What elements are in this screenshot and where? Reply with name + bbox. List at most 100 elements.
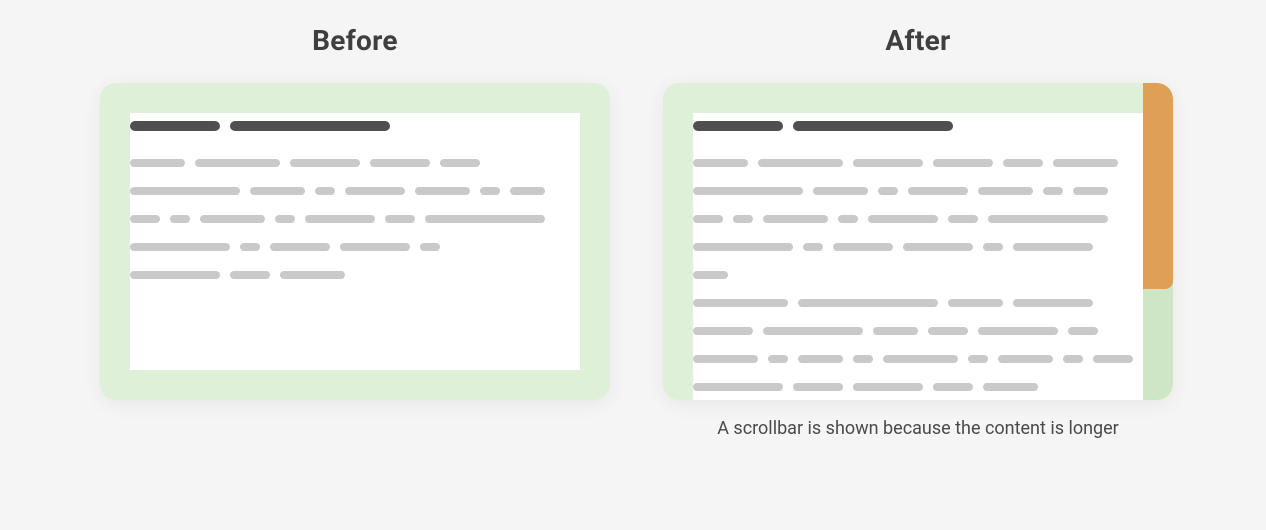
scrollbar-thumb[interactable] — [1143, 83, 1173, 289]
placeholder-line — [130, 187, 580, 195]
placeholder-word — [130, 243, 230, 251]
scrollbar-track[interactable] — [1143, 83, 1173, 400]
placeholder-line — [693, 271, 1143, 279]
placeholder-heading — [130, 121, 580, 131]
placeholder-word — [693, 355, 758, 363]
placeholder-word — [250, 187, 305, 195]
placeholder-line — [693, 243, 1143, 251]
placeholder-word — [1073, 187, 1108, 195]
placeholder-word — [385, 215, 415, 223]
placeholder-word — [763, 215, 828, 223]
placeholder-word — [693, 383, 783, 391]
placeholder-line — [130, 159, 580, 167]
placeholder-word — [793, 383, 843, 391]
placeholder-word — [315, 187, 335, 195]
padding-top — [100, 83, 610, 113]
heading-word — [693, 121, 783, 131]
placeholder-word — [933, 159, 993, 167]
placeholder-word — [1003, 159, 1043, 167]
placeholder-word — [440, 159, 480, 167]
heading-word — [130, 121, 220, 131]
placeholder-word — [420, 243, 440, 251]
padding-top — [663, 83, 1173, 113]
placeholder-word — [983, 243, 1003, 251]
before-title: Before — [75, 24, 635, 57]
placeholder-word — [1013, 243, 1093, 251]
placeholder-word — [988, 215, 1108, 223]
placeholder-word — [290, 159, 360, 167]
before-column: Before — [75, 0, 635, 400]
placeholder-word — [480, 187, 500, 195]
placeholder-word — [883, 355, 958, 363]
placeholder-word — [798, 355, 843, 363]
placeholder-line — [693, 187, 1143, 195]
after-column: After — [638, 0, 1198, 439]
placeholder-word — [1053, 159, 1118, 167]
placeholder-word — [370, 159, 430, 167]
placeholder-line — [693, 299, 1143, 307]
placeholder-word — [853, 383, 923, 391]
placeholder-line — [130, 215, 580, 223]
placeholder-word — [415, 187, 470, 195]
placeholder-line — [130, 271, 580, 279]
placeholder-word — [948, 299, 1003, 307]
placeholder-word — [1093, 355, 1133, 363]
placeholder-word — [130, 215, 160, 223]
placeholder-word — [240, 243, 260, 251]
placeholder-word — [833, 243, 893, 251]
placeholder-word — [345, 187, 405, 195]
placeholder-word — [758, 159, 843, 167]
placeholder-word — [803, 243, 823, 251]
heading-word — [793, 121, 953, 131]
before-card — [100, 83, 610, 400]
diagram-stage: Before — [0, 0, 1266, 530]
placeholder-word — [280, 271, 345, 279]
placeholder-word — [908, 187, 968, 195]
after-card — [663, 83, 1173, 400]
placeholder-word — [798, 299, 938, 307]
placeholder-line — [693, 215, 1143, 223]
padding-right — [580, 83, 610, 400]
placeholder-word — [933, 383, 973, 391]
placeholder-word — [733, 215, 753, 223]
placeholder-word — [873, 327, 918, 335]
placeholder-word — [853, 355, 873, 363]
after-content — [693, 113, 1143, 400]
placeholder-line — [693, 159, 1143, 167]
placeholder-word — [978, 187, 1033, 195]
placeholder-word — [693, 159, 748, 167]
placeholder-heading — [693, 121, 1143, 131]
placeholder-word — [968, 355, 988, 363]
placeholder-word — [693, 271, 728, 279]
placeholder-word — [1043, 187, 1063, 195]
placeholder-word — [693, 299, 788, 307]
placeholder-word — [838, 215, 858, 223]
heading-word — [230, 121, 390, 131]
placeholder-word — [978, 327, 1058, 335]
placeholder-word — [693, 215, 723, 223]
padding-bottom — [100, 370, 610, 400]
placeholder-word — [693, 187, 803, 195]
placeholder-word — [768, 355, 788, 363]
placeholder-word — [425, 215, 545, 223]
placeholder-word — [275, 215, 295, 223]
placeholder-word — [510, 187, 545, 195]
placeholder-word — [130, 187, 240, 195]
placeholder-word — [1063, 355, 1083, 363]
placeholder-word — [998, 355, 1053, 363]
placeholder-word — [1013, 299, 1093, 307]
placeholder-line — [693, 383, 1143, 391]
placeholder-word — [195, 159, 280, 167]
placeholder-line — [693, 355, 1143, 363]
placeholder-word — [853, 159, 923, 167]
placeholder-line — [693, 327, 1143, 335]
placeholder-word — [693, 327, 753, 335]
padding-left — [663, 83, 693, 400]
placeholder-word — [130, 271, 220, 279]
placeholder-word — [763, 327, 863, 335]
placeholder-word — [903, 243, 973, 251]
placeholder-word — [693, 243, 793, 251]
placeholder-word — [983, 383, 1038, 391]
after-title: After — [638, 24, 1198, 57]
placeholder-word — [230, 271, 270, 279]
